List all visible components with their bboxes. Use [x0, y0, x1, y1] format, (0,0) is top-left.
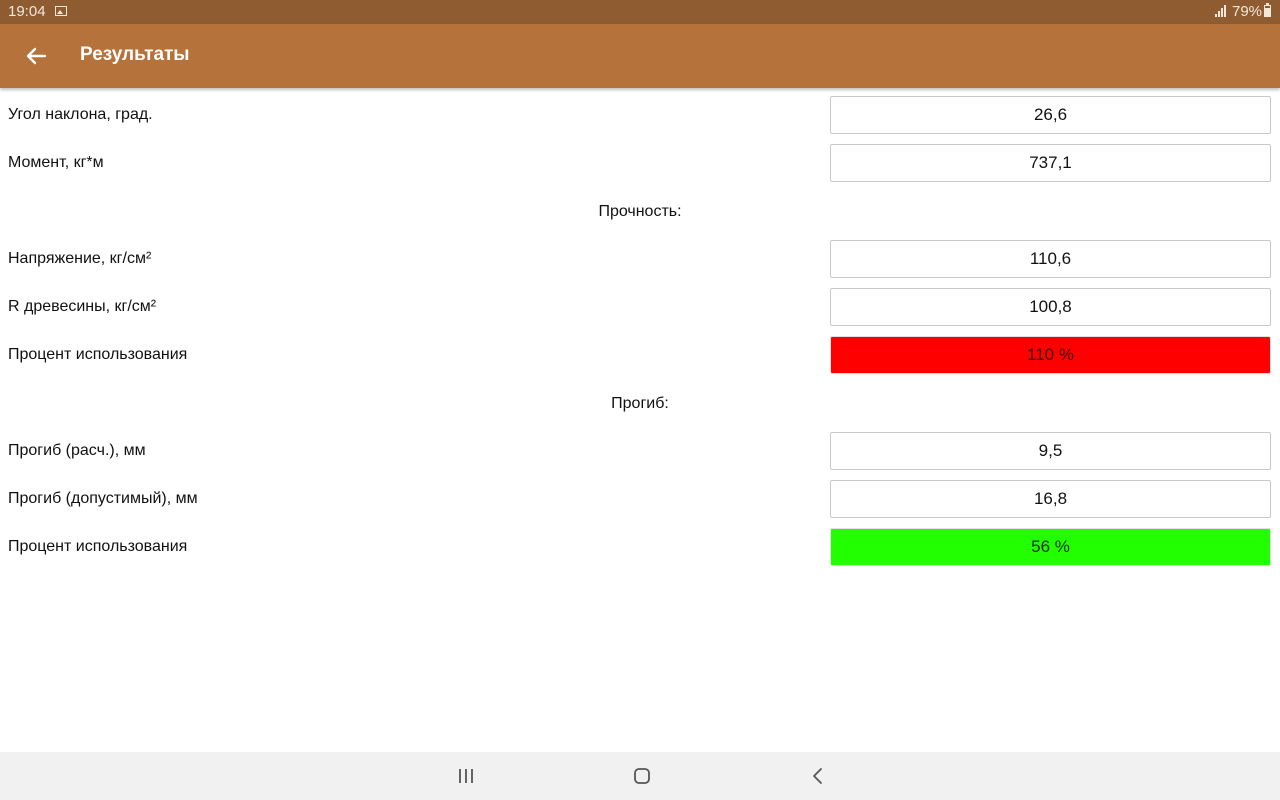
- image-notification-icon: [55, 6, 67, 16]
- system-nav-bar: [0, 752, 1280, 800]
- back-icon[interactable]: [806, 764, 830, 788]
- row-deflection-usage: Процент использования 56 %: [0, 528, 1280, 568]
- battery-icon: [1264, 3, 1271, 17]
- deflection-allowed-label: Прогиб (допустимый), мм: [8, 490, 198, 507]
- strength-usage-label: Процент использования: [8, 346, 188, 363]
- moment-value: 737,1: [830, 144, 1271, 182]
- signal-icon: [1215, 5, 1227, 17]
- home-icon[interactable]: [630, 764, 654, 788]
- row-strength-usage: Процент использования 110 %: [0, 336, 1280, 376]
- status-bar: 19:04 79%: [0, 0, 1280, 24]
- stress-label: Напряжение, кг/см²: [8, 250, 152, 267]
- angle-label: Угол наклона, град.: [8, 106, 153, 123]
- row-r-wood: R древесины, кг/см² 100,8: [0, 288, 1280, 328]
- app-bar: Результаты: [0, 24, 1280, 88]
- deflection-usage-value: 56 %: [830, 528, 1271, 566]
- row-stress: Напряжение, кг/см² 110,6: [0, 240, 1280, 280]
- page-title: Результаты: [80, 44, 190, 65]
- row-deflection-calc: Прогиб (расч.), мм 9,5: [0, 432, 1280, 472]
- angle-value: 26,6: [830, 96, 1271, 134]
- battery-percent: 79%: [1232, 3, 1263, 20]
- stress-value: 110,6: [830, 240, 1271, 278]
- deflection-calc-value: 9,5: [830, 432, 1271, 470]
- r-wood-label: R древесины, кг/см²: [8, 298, 157, 315]
- row-angle: Угол наклона, град. 26,6: [0, 96, 1280, 136]
- strength-usage-value: 110 %: [830, 336, 1271, 374]
- moment-label: Момент, кг*м: [8, 154, 104, 171]
- row-moment: Момент, кг*м 737,1: [0, 144, 1280, 184]
- deflection-allowed-value: 16,8: [830, 480, 1271, 518]
- r-wood-value: 100,8: [830, 288, 1271, 326]
- section-deflection-heading: Прогиб:: [611, 395, 669, 412]
- deflection-usage-label: Процент использования: [8, 538, 188, 555]
- section-strength-heading: Прочность:: [598, 203, 682, 220]
- status-time: 19:04: [8, 3, 46, 20]
- back-arrow-icon[interactable]: [20, 40, 52, 72]
- row-deflection-allowed: Прогиб (допустимый), мм 16,8: [0, 480, 1280, 520]
- recents-icon[interactable]: [454, 764, 478, 788]
- deflection-calc-label: Прогиб (расч.), мм: [8, 442, 146, 459]
